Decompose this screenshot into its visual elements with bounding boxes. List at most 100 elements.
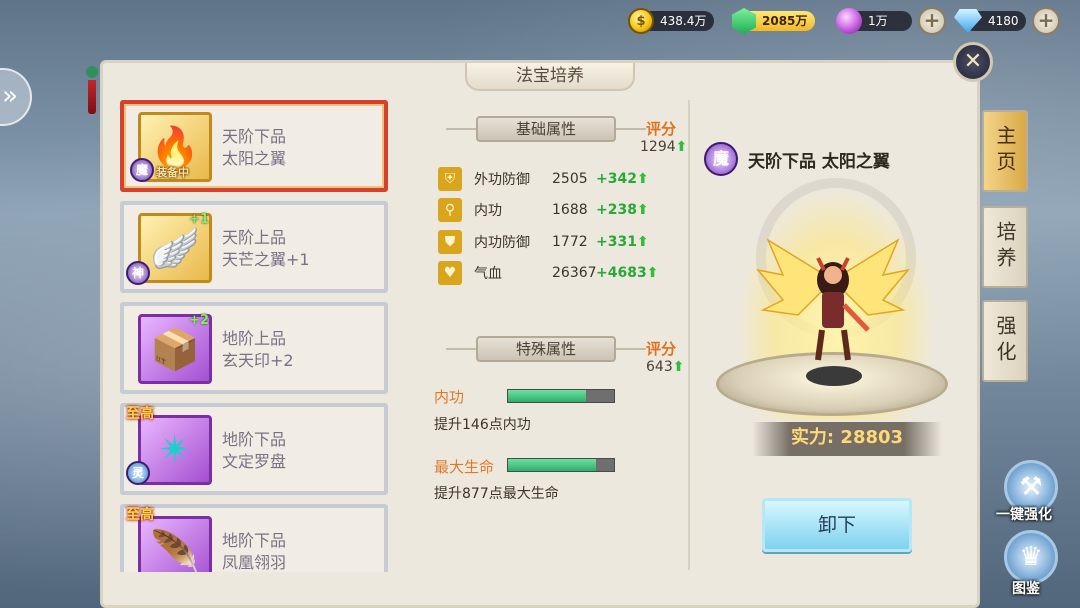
wand-icon: ⚲: [438, 198, 462, 222]
power-label: 实力:: [790, 427, 835, 448]
orb-resource: 1万 +: [836, 7, 946, 35]
up-arrow-icon: ⬆: [646, 265, 659, 281]
atlas-label: 图鉴: [1012, 581, 1040, 597]
basic-score-value: 1294: [640, 139, 676, 155]
special-attr-bar: [507, 389, 615, 403]
stat-name: 内功: [474, 203, 502, 219]
treasure-item-taiyang[interactable]: 🔥 魔 装备中 天阶下品 太阳之翼: [120, 100, 388, 192]
unequip-button[interactable]: 卸下: [762, 498, 912, 552]
treasure-name: 天芒之翼+1: [222, 250, 310, 269]
up-arrow-icon: ⬆: [636, 171, 649, 187]
stat-value: 26367: [552, 265, 597, 281]
stat-value: 2505: [552, 171, 588, 187]
basic-score: 1294⬆: [640, 139, 687, 155]
stat-row: ⛊ 内功防御 1772 +331 ⬆: [438, 229, 649, 255]
stat-bonus: +342: [596, 171, 637, 187]
panel-title: 法宝培养: [465, 63, 635, 91]
stat-bonus: +4683: [596, 265, 647, 281]
up-arrow-icon: ⬆: [675, 139, 688, 155]
heart-icon: ♥: [438, 261, 462, 285]
stat-name: 外功防御: [474, 172, 530, 188]
special-attr-name: 内功: [434, 388, 465, 406]
hammer-icon: ⚒: [1019, 472, 1043, 502]
stat-bonus: +331: [596, 234, 637, 250]
armor-icon: ⛨: [438, 167, 462, 191]
bar-fill: [508, 390, 587, 402]
enhance-level: +1: [189, 212, 209, 227]
gold-resource: $ 438.4万: [628, 8, 715, 34]
tassel-ornament: [82, 58, 102, 128]
treasure-grade: 天阶上品: [222, 228, 287, 247]
treasure-name: 太阳之翼: [222, 149, 287, 168]
purple-orb-icon: [836, 8, 862, 34]
stat-row: ♥ 气血 26367 +4683 ⬆: [438, 260, 658, 286]
supreme-badge: 至高: [126, 406, 154, 422]
tab-enhance[interactable]: 强化: [982, 300, 1028, 382]
close-button[interactable]: ✕: [953, 42, 993, 82]
basic-attributes-title: 基础属性: [476, 116, 616, 142]
stat-row: ⚲ 内功 1688 +238 ⬆: [438, 197, 649, 223]
treasure-item-wendingluopan[interactable]: ✴ 至高 灵 地阶下品 文定罗盘: [120, 403, 388, 495]
treasure-grade: 地阶下品: [222, 531, 287, 550]
seal-treasure-icon: 📦 +2: [138, 313, 212, 384]
phoenix-feather-icon: 🪶: [138, 516, 212, 572]
treasure-list[interactable]: 🔥 魔 装备中 天阶下品 太阳之翼 🪽 +1 神 天阶上品 天芒之翼+1 📦 +…: [120, 100, 393, 572]
column-divider: [688, 100, 690, 570]
stat-value: 1772: [552, 234, 588, 250]
equipped-label: 装备中: [156, 166, 189, 179]
stat-bonus: +238: [596, 202, 637, 218]
treasure-name: 玄天印+2: [222, 351, 294, 370]
treasure-item-xuantianyin[interactable]: 📦 +2 地阶上品 玄天印+2: [120, 302, 388, 394]
special-score-label: 评分: [646, 340, 677, 358]
demon-badge: 魔: [704, 142, 738, 176]
enhance-level: +2: [189, 313, 209, 328]
treasure-grade: 天阶下品: [222, 127, 287, 146]
shield-icon: ⛊: [438, 230, 462, 254]
treasure-item-tianmang[interactable]: 🪽 +1 神 天阶上品 天芒之翼+1: [120, 201, 388, 293]
special-attributes-title: 特殊属性: [476, 336, 616, 362]
treasure-text: 天阶下品 太阳之翼: [222, 126, 286, 170]
power-display: 实力: 28803: [752, 422, 942, 456]
treasure-name: 文定罗盘: [222, 452, 287, 471]
atlas-button[interactable]: ♛: [1004, 530, 1058, 584]
diamond-resource: 4180 +: [954, 7, 1060, 35]
gold-coin-icon: $: [628, 8, 654, 34]
treasure-text: 地阶下品 文定罗盘: [222, 429, 286, 473]
up-arrow-icon: ⬆: [636, 234, 649, 250]
add-diamond-button[interactable]: +: [1032, 7, 1060, 35]
special-attr-desc: 提升146点内功: [434, 417, 531, 433]
up-arrow-icon: ⬆: [636, 202, 649, 218]
jade-resource: 2085万: [732, 8, 816, 34]
treasure-grade: 地阶下品: [222, 430, 287, 449]
special-attr-name: 最大生命: [434, 458, 495, 476]
treasure-item-fenghuanglingyu[interactable]: 🪶 至高 地阶下品 凤凰翎羽: [120, 504, 388, 572]
treasure-name: 凤凰翎羽: [222, 553, 287, 572]
spirit-badge: 灵: [126, 461, 150, 485]
winged-hero-figure: [756, 238, 910, 361]
preview-treasure-name: 天阶下品 太阳之翼: [748, 151, 890, 172]
stat-row: ⛨ 外功防御 2505 +342 ⬆: [438, 166, 649, 192]
power-value: 28803: [840, 427, 904, 448]
tab-home[interactable]: 主页: [982, 110, 1028, 192]
tab-cultivate[interactable]: 培养: [982, 206, 1028, 288]
treasure-text: 地阶上品 玄天印+2: [222, 328, 294, 372]
stat-value: 1688: [552, 202, 588, 218]
stat-name: 内功防御: [474, 235, 530, 251]
bar-fill: [508, 459, 596, 471]
seal-glyph: 📦: [150, 326, 200, 373]
wing-glyph: 🪽: [150, 225, 200, 272]
treasure-grade: 地阶上品: [222, 329, 287, 348]
basic-score-label: 评分: [646, 120, 677, 138]
book-icon: ♛: [1019, 542, 1043, 572]
up-arrow-icon: ⬆: [672, 359, 685, 375]
stat-name: 气血: [474, 266, 502, 282]
preview-title: 魔 天阶下品 太阳之翼: [704, 142, 890, 176]
treasure-text: 地阶下品 凤凰翎羽: [222, 530, 286, 572]
special-score-value: 643: [646, 359, 673, 375]
god-badge: 神: [126, 261, 150, 285]
supreme-badge: 至高: [126, 507, 154, 523]
special-score: 643⬆: [646, 359, 684, 375]
treasure-text: 天阶上品 天芒之翼+1: [222, 227, 310, 271]
one-key-enhance-label: 一键强化: [996, 507, 1052, 523]
add-orb-button[interactable]: +: [918, 7, 946, 35]
